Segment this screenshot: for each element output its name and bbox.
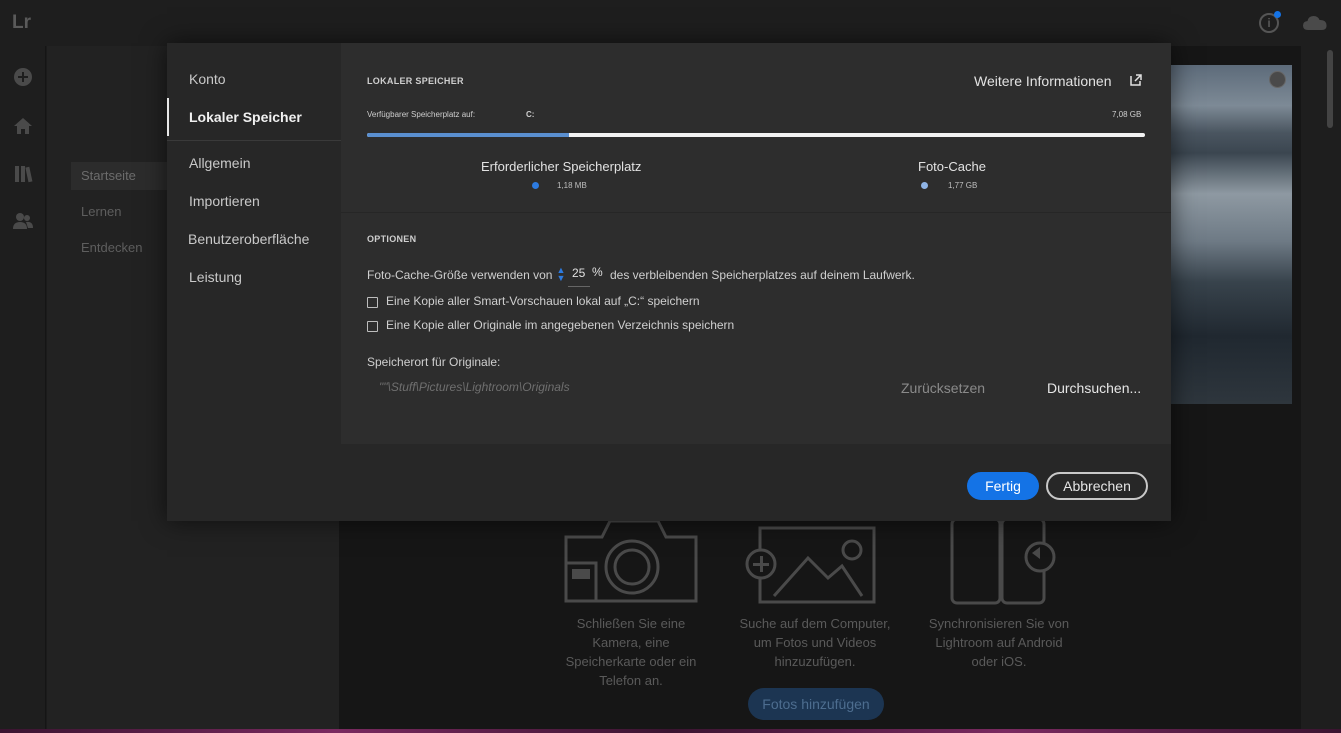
text-line: Suche auf dem Computer, <box>739 616 891 631</box>
left-rail <box>0 46 46 733</box>
text-line: hinzuzufügen. <box>774 654 856 669</box>
originals-label[interactable]: Eine Kopie aller Originale im angegebene… <box>386 318 734 332</box>
pref-tab-konto[interactable]: Konto <box>167 60 341 98</box>
text-line: um Fotos und Videos <box>753 635 877 650</box>
originals-location-path: ""\Stuff\Pictures\Lightroom\Originals <box>379 380 570 394</box>
reset-button[interactable]: Zurücksetzen <box>901 380 985 396</box>
cloud-icon[interactable] <box>1302 13 1328 33</box>
browse-button[interactable]: Durchsuchen... <box>1047 380 1141 396</box>
more-info-link[interactable]: Weitere Informationen <box>974 73 1111 89</box>
pref-tab-benutzeroberflaeche[interactable]: Benutzeroberfläche <box>167 220 341 258</box>
pref-tab-lokaler-speicher[interactable]: Lokaler Speicher <box>167 98 341 136</box>
smart-previews-label[interactable]: Eine Kopie aller Smart-Vorschauen lokal … <box>386 294 700 308</box>
storage-usage-fill <box>367 133 570 137</box>
lightroom-app: Lr i Startseite Lernen Entdecken Schließ… <box>0 0 1341 733</box>
originals-checkbox[interactable] <box>367 321 378 332</box>
bottom-accent-strip <box>0 729 1341 733</box>
cancel-button[interactable]: Abbrechen <box>1046 472 1148 500</box>
text-line: Lightroom auf Android <box>935 635 1063 650</box>
text-line: Telefon an. <box>599 673 663 688</box>
chevron-down-icon[interactable]: ▼ <box>556 274 566 283</box>
preferences-dialog: Konto Lokaler Speicher Allgemein Importi… <box>167 43 1171 521</box>
required-space-value: 1,18 MB <box>557 181 587 190</box>
cache-size-unit: % <box>592 265 603 279</box>
empty-state-text-mobile: Synchronisieren Sie von Lightroom auf An… <box>909 614 1089 671</box>
featured-photo <box>1171 65 1292 404</box>
cache-size-prefix: Foto-Cache-Größe verwenden von <box>367 268 553 282</box>
cache-size-input[interactable]: 25 <box>572 266 585 280</box>
available-space-label: Verfügbarer Speicherplatz auf: <box>367 110 476 119</box>
cache-size-stepper[interactable]: ▲ ▼ <box>556 266 566 283</box>
add-photos-icon[interactable] <box>12 66 34 88</box>
top-bar: Lr i <box>0 0 1341 46</box>
external-link-icon[interactable] <box>1130 74 1142 86</box>
text-line: Speicherkarte oder ein <box>565 654 697 669</box>
photo-options-icon[interactable] <box>1269 71 1286 88</box>
image-add-icon <box>745 526 876 604</box>
photo-cache-title: Foto-Cache <box>918 159 986 174</box>
drive-label: C: <box>526 110 535 119</box>
preferences-nav: Konto Lokaler Speicher Allgemein Importi… <box>167 43 341 521</box>
originals-location-label: Speicherort für Originale: <box>367 355 501 369</box>
cache-size-suffix: des verbleibenden Speicherplatzes auf de… <box>610 268 915 282</box>
notification-dot <box>1274 11 1281 18</box>
nav-divider <box>167 140 341 141</box>
smart-previews-checkbox[interactable] <box>367 297 378 308</box>
text-line: Synchronisieren Sie von <box>928 616 1070 631</box>
library-icon[interactable] <box>12 163 34 185</box>
lightroom-logo: Lr <box>12 12 31 33</box>
shared-people-icon[interactable] <box>12 210 34 232</box>
right-gutter <box>1301 46 1341 733</box>
section-title-options: OPTIONEN <box>367 234 417 244</box>
required-space-title: Erforderlicher Speicherplatz <box>481 159 642 174</box>
phone-sync-icon <box>950 517 1056 605</box>
section-divider <box>341 212 1171 213</box>
available-space-value: 7,08 GB <box>1112 110 1142 119</box>
camera-card-icon <box>564 519 698 603</box>
scrollbar-thumb[interactable] <box>1327 50 1333 128</box>
photo-cache-value: 1,77 GB <box>948 181 978 190</box>
required-space-dot <box>532 182 539 189</box>
text-line: Schließen Sie eine <box>576 616 686 631</box>
photo-cache-dot <box>921 182 928 189</box>
text-line: Kamera, eine <box>592 635 670 650</box>
add-photos-button[interactable]: Fotos hinzufügen <box>748 688 884 720</box>
section-title-storage: LOKALER SPEICHER <box>367 76 464 86</box>
empty-state-text-computer: Suche auf dem Computer, um Fotos und Vid… <box>725 614 905 671</box>
pref-tab-allgemein[interactable]: Allgemein <box>167 144 341 182</box>
done-button[interactable]: Fertig <box>967 472 1039 500</box>
text-line: oder iOS. <box>971 654 1027 669</box>
pref-tab-importieren[interactable]: Importieren <box>167 182 341 220</box>
pref-tab-leistung[interactable]: Leistung <box>167 258 341 296</box>
home-icon[interactable] <box>12 115 34 137</box>
cache-size-underline <box>568 286 590 287</box>
storage-usage-bar <box>367 133 1145 137</box>
empty-state-text-camera: Schließen Sie eine Kamera, eine Speicher… <box>541 614 721 690</box>
